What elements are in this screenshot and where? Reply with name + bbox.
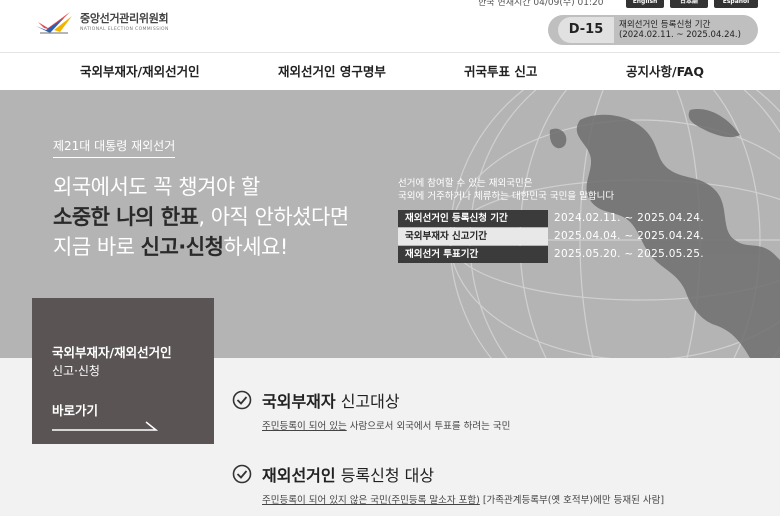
language-spanish-button[interactable]: Español <box>714 0 758 8</box>
logo-text-english: NATIONAL ELECTION COMMISSION <box>80 27 169 32</box>
period-value: 2025.05.20. ~ 2025.05.25. <box>554 248 704 260</box>
target-description-underlined: 주민등록이 되어 있지 않은 국민(주민등록 말소자 포함) <box>262 495 480 506</box>
go-shortcut-link[interactable]: 바로가기 <box>52 400 98 419</box>
target-title: 재외선거인 등록신청 대상 <box>262 462 434 486</box>
nav-item-permanent-register[interactable]: 재외선거인 영구명부 <box>278 53 386 91</box>
nav-item-notice-faq[interactable]: 공지사항/FAQ <box>626 53 704 91</box>
nav-item-absentee-overseas-voter[interactable]: 국외부재자/재외선거인 <box>80 53 200 91</box>
logo-text[interactable]: 중앙선거관리위원회 NATIONAL ELECTION COMMISSION <box>80 12 169 32</box>
logo-text-korean: 중앙선거관리위원회 <box>80 12 169 25</box>
headline-line-3: 지금 바로 신고·신청하세요! <box>53 231 288 261</box>
headline-emphasis-apply: 신고·신청 <box>140 235 224 259</box>
dday-label: D-15 <box>558 17 614 43</box>
eligibility-line-1: 선거에 참여할 수 있는 재외국민은 <box>398 178 533 189</box>
target-description: 주민등록이 되어 있는 사람으로서 외국에서 투표를 하려는 국민 <box>262 418 510 432</box>
dday-period: (2024.02.11. ~ 2025.04.24.) <box>619 30 741 40</box>
card-subtitle: 신고·신청 <box>52 364 100 378</box>
target-description-underlined: 주민등록이 되어 있는 <box>262 421 347 432</box>
target-description-rest: 사람으로서 외국에서 투표를 하려는 국민 <box>346 421 511 432</box>
arrow-right-icon <box>52 421 158 431</box>
period-label: 국외부재자 신고기간 <box>398 228 548 245</box>
period-value: 2024.02.11. ~ 2025.04.24. <box>554 212 704 224</box>
headline-line-2-rest: , 아직 안하셨다면 <box>198 205 349 229</box>
period-label: 재외선거 투표기간 <box>398 246 548 263</box>
dday-countdown-banner[interactable]: D-15 재외선거인 등록신청 기간 (2024.02.11. ~ 2025.0… <box>548 15 758 45</box>
election-commission-logo-icon[interactable] <box>34 8 74 36</box>
headline-line-3-post: 하세요! <box>223 235 288 259</box>
language-english-button[interactable]: English <box>626 0 664 8</box>
check-circle-icon <box>232 390 252 410</box>
target-title-rest: 신고대상 <box>335 392 400 411</box>
headline-line-3-pre: 지금 바로 <box>53 235 141 259</box>
language-japanese-button[interactable]: 日本語 <box>670 0 708 8</box>
nav-item-return-vote[interactable]: 귀국투표 신고 <box>464 53 537 91</box>
period-value: 2025.04.04. ~ 2025.04.24. <box>554 230 704 242</box>
check-circle-icon <box>232 464 252 484</box>
korea-local-time: 한국 현재시간 04/09(수) 01:20 <box>478 0 604 8</box>
headline-line-2: 소중한 나의 한표, 아직 안하셨다면 <box>53 201 349 231</box>
target-title-bold: 국외부재자 <box>262 392 336 411</box>
target-title-rest: 등록신청 대상 <box>335 466 435 485</box>
target-title: 국외부재자 신고대상 <box>262 388 400 412</box>
card-title: 국외부재자/재외선거인 <box>52 345 172 360</box>
election-title-tag: 제21대 대통령 재외선거 <box>53 137 176 158</box>
target-description: 주민등록이 되어 있지 않은 국민(주민등록 말소자 포함) [가족관계등록부(… <box>262 492 664 506</box>
eligibility-line-2: 국외에 거주하거나 체류하는 대한민국 국민을 말합니다 <box>398 191 615 202</box>
target-title-bold: 재외선거인 <box>262 466 336 485</box>
headline-line-1: 외국에서도 꼭 챙겨야 할 <box>53 175 260 199</box>
site-header: 중앙선거관리위원회 NATIONAL ELECTION COMMISSION 한… <box>0 0 780 50</box>
period-label: 재외선거인 등록신청 기간 <box>398 210 548 227</box>
target-description-rest: [가족관계등록부(옛 호적부)에만 등재된 사람] <box>479 495 665 506</box>
main-navigation: 국외부재자/재외선거인 재외선거인 영구명부 귀국투표 신고 공지사항/FAQ <box>0 52 780 90</box>
dday-title: 재외선거인 등록신청 기간 <box>619 20 711 30</box>
headline-emphasis-vote: 소중한 나의 한표 <box>53 205 199 229</box>
apply-shortcut-card[interactable]: 국외부재자/재외선거인 신고·신청 바로가기 <box>32 298 214 444</box>
